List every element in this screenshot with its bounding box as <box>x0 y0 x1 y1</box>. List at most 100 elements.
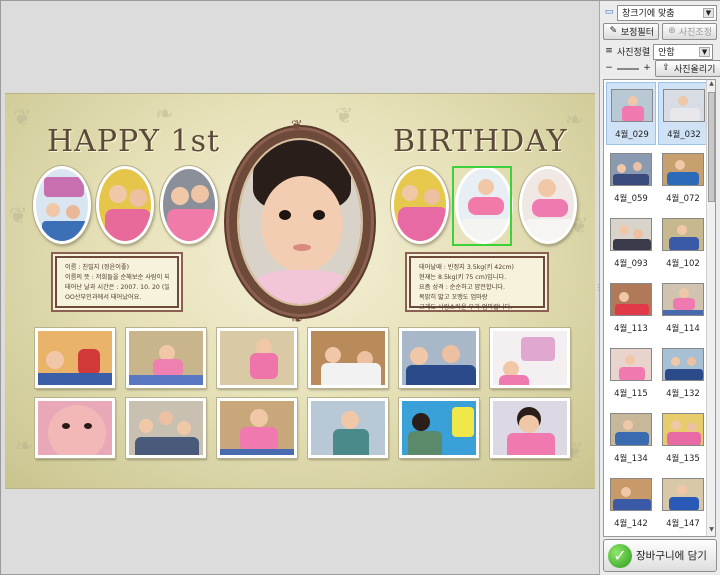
adjust-icon: ⊕ <box>668 26 676 36</box>
thumbnail-item[interactable]: 4월_147 <box>658 472 708 535</box>
portrait-photo[interactable] <box>237 138 363 306</box>
thumbnail-list[interactable]: 4월_029 4월_032 4월_059 4월_072 4월_093 4월_10… <box>603 79 716 537</box>
thumbnail-label: 4월_032 <box>667 130 701 140</box>
thumbnail-label: 4월_135 <box>666 454 700 464</box>
info-line: OO산부인과에서 태어났어요. <box>65 294 142 301</box>
thumbnail-item[interactable]: 4월_115 <box>606 342 656 405</box>
thumbnail-item[interactable]: 4월_113 <box>606 277 656 340</box>
info-box-name[interactable]: 이름 : 친밀지 (정윤이좋) 이름의 뜻 : 저희들을 순해보순 사람이 되어… <box>55 256 179 308</box>
grid-photo-9[interactable] <box>217 398 297 458</box>
thumbnail-image <box>663 89 705 122</box>
thumbnail-item[interactable]: 4월_142 <box>606 472 656 535</box>
zoom-fit-select[interactable]: 창크기에 맞춤 ▼ <box>617 4 717 21</box>
info-line: 태어날때 : 빈정지 3.5kg(키 42cm) <box>419 264 514 271</box>
oval-photo-4[interactable] <box>391 166 449 244</box>
thumbnail-image <box>610 283 652 316</box>
oval-photo-6[interactable] <box>519 166 577 244</box>
adjust-button-label: 사진조정 <box>678 28 712 38</box>
thumbnail-item[interactable]: 4월_132 <box>658 342 708 405</box>
thumbnail-label: 4월_059 <box>614 194 648 204</box>
zoom-fit-value: 창크기에 맞춤 <box>622 9 675 19</box>
thumbnail-item[interactable]: 4월_059 <box>606 147 656 210</box>
grid-photo-5[interactable] <box>399 328 479 388</box>
canvas-area[interactable]: ❦ ❧ ❦ ❧ ❦ ❦ ❧ ❦ HAPPY 1st BIRTHDAY ❦ ❧ 이… <box>4 4 596 572</box>
album-page[interactable]: ❦ ❧ ❦ ❧ ❦ ❦ ❧ ❦ HAPPY 1st BIRTHDAY ❦ ❧ 이… <box>5 93 595 489</box>
info-line: 현재는 8.5kg(키 75 cm)입니다. <box>419 274 507 281</box>
thumbnail-image <box>610 348 652 381</box>
thumbnail-scrollbar[interactable]: ▲ ▼ <box>706 80 715 536</box>
upload-photos-button[interactable]: ⇪ 사진올리기 <box>655 60 720 77</box>
grid-photo-10[interactable] <box>308 398 388 458</box>
filter-button[interactable]: ✎ 보정필터 <box>603 23 659 40</box>
sort-value: 안함 <box>658 48 675 58</box>
thumbnail-label: 4월_093 <box>614 259 648 269</box>
sort-icon: ≡ <box>605 46 613 56</box>
thumbnail-image <box>610 153 652 186</box>
grid-photo-3[interactable] <box>217 328 297 388</box>
adjust-button[interactable]: ⊕ 사진조정 <box>662 23 717 40</box>
thumbnail-label: 4월_029 <box>615 130 649 140</box>
grid-photo-4[interactable] <box>308 328 388 388</box>
thumbnail-image <box>662 283 704 316</box>
title-birthday[interactable]: BIRTHDAY <box>393 124 567 159</box>
leaf-ornament: ❧ <box>15 434 34 459</box>
thumbnail-item[interactable]: 4월_029 <box>606 82 656 145</box>
grid-photo-2[interactable] <box>126 328 206 388</box>
thumbnail-item[interactable]: 4월_072 <box>658 147 708 210</box>
brush-icon: ✎ <box>609 26 618 36</box>
thumbnail-item[interactable]: 4월_114 <box>658 277 708 340</box>
thumbnail-label: 4월_102 <box>666 259 700 269</box>
upload-row: − + ⇪ 사진올리기 <box>603 60 720 77</box>
selection-highlight[interactable] <box>452 166 512 246</box>
leaf-ornament: ❦ <box>335 104 354 129</box>
add-to-cart-label: 장바구니에 담기 <box>636 550 707 562</box>
oval-photo-2[interactable] <box>96 166 154 244</box>
info-line: 목밝히 밟고 꼬맹도 엄마랑 <box>419 294 488 301</box>
thumbnail-label: 4월_132 <box>666 389 700 399</box>
info-line: 그래도 사랑스러운 우리 엄마랍니다. <box>419 304 513 311</box>
zoom-out-icon[interactable]: − <box>603 63 615 74</box>
thumbnail-label: 4월_142 <box>614 519 648 529</box>
sort-row: ≡ 사진정렬 안함 ▼ <box>603 43 714 60</box>
zoom-in-icon[interactable]: + <box>641 63 653 74</box>
thumbnail-item[interactable]: 4월_135 <box>658 407 708 470</box>
editor-window: ❦ ❧ ❦ ❧ ❦ ❦ ❧ ❦ HAPPY 1st BIRTHDAY ❦ ❧ 이… <box>0 0 720 575</box>
grid-photo-7[interactable] <box>35 398 115 458</box>
thumbnail-label: 4월_114 <box>666 324 700 334</box>
check-icon: ✓ <box>608 543 632 568</box>
thumbnail-item[interactable]: 4월_032 <box>658 82 708 145</box>
thumbnail-image <box>610 218 652 251</box>
info-line: 이름 : 친밀지 (정윤이좋) <box>65 264 130 271</box>
portrait-frame[interactable] <box>229 130 371 314</box>
thumbnail-label: 4월_147 <box>666 519 700 529</box>
grid-photo-8[interactable] <box>126 398 206 458</box>
thumbnail-image <box>610 413 652 446</box>
thumbnail-item[interactable]: 4월_093 <box>606 212 656 275</box>
oval-photo-3[interactable] <box>160 166 218 244</box>
grid-photo-6[interactable] <box>490 328 570 388</box>
sort-select[interactable]: 안함 ▼ <box>653 43 714 60</box>
leaf-ornament: ❦ <box>13 106 32 131</box>
title-happy-1st[interactable]: HAPPY 1st <box>47 124 220 159</box>
thumbnail-item[interactable]: 4월_102 <box>658 212 708 275</box>
thumbnail-image <box>662 413 704 446</box>
grid-photo-1[interactable] <box>35 328 115 388</box>
filter-row: ✎ 보정필터 ⊕ 사진조정 <box>603 23 717 40</box>
thumbnail-label: 4월_072 <box>666 194 700 204</box>
thumbnail-item[interactable]: 4월_134 <box>606 407 656 470</box>
grid-photo-12[interactable] <box>490 398 570 458</box>
scroll-up-icon[interactable]: ▲ <box>707 80 715 90</box>
scroll-down-icon[interactable]: ▼ <box>707 526 715 536</box>
grid-photo-11[interactable] <box>399 398 479 458</box>
sort-label: 사진정렬 <box>617 48 651 58</box>
fit-row: ▭ 창크기에 맞춤 ▼ <box>603 4 717 21</box>
scrollbar-thumb[interactable] <box>708 92 715 202</box>
oval-photo-1[interactable] <box>33 166 91 244</box>
info-line: 요즘 성격 : 순순하고 얌전합니다. <box>419 284 505 291</box>
thumbnail-image <box>662 153 704 186</box>
frame-bottom-ornament: ❧ <box>291 312 303 328</box>
thumbnail-image <box>662 218 704 251</box>
thumb-size-slider[interactable] <box>617 67 639 70</box>
add-to-cart-button[interactable]: ✓ 장바구니에 담기 <box>603 539 717 572</box>
info-box-growth[interactable]: 태어날때 : 빈정지 3.5kg(키 42cm) 현재는 8.5kg(키 75 … <box>409 256 545 311</box>
